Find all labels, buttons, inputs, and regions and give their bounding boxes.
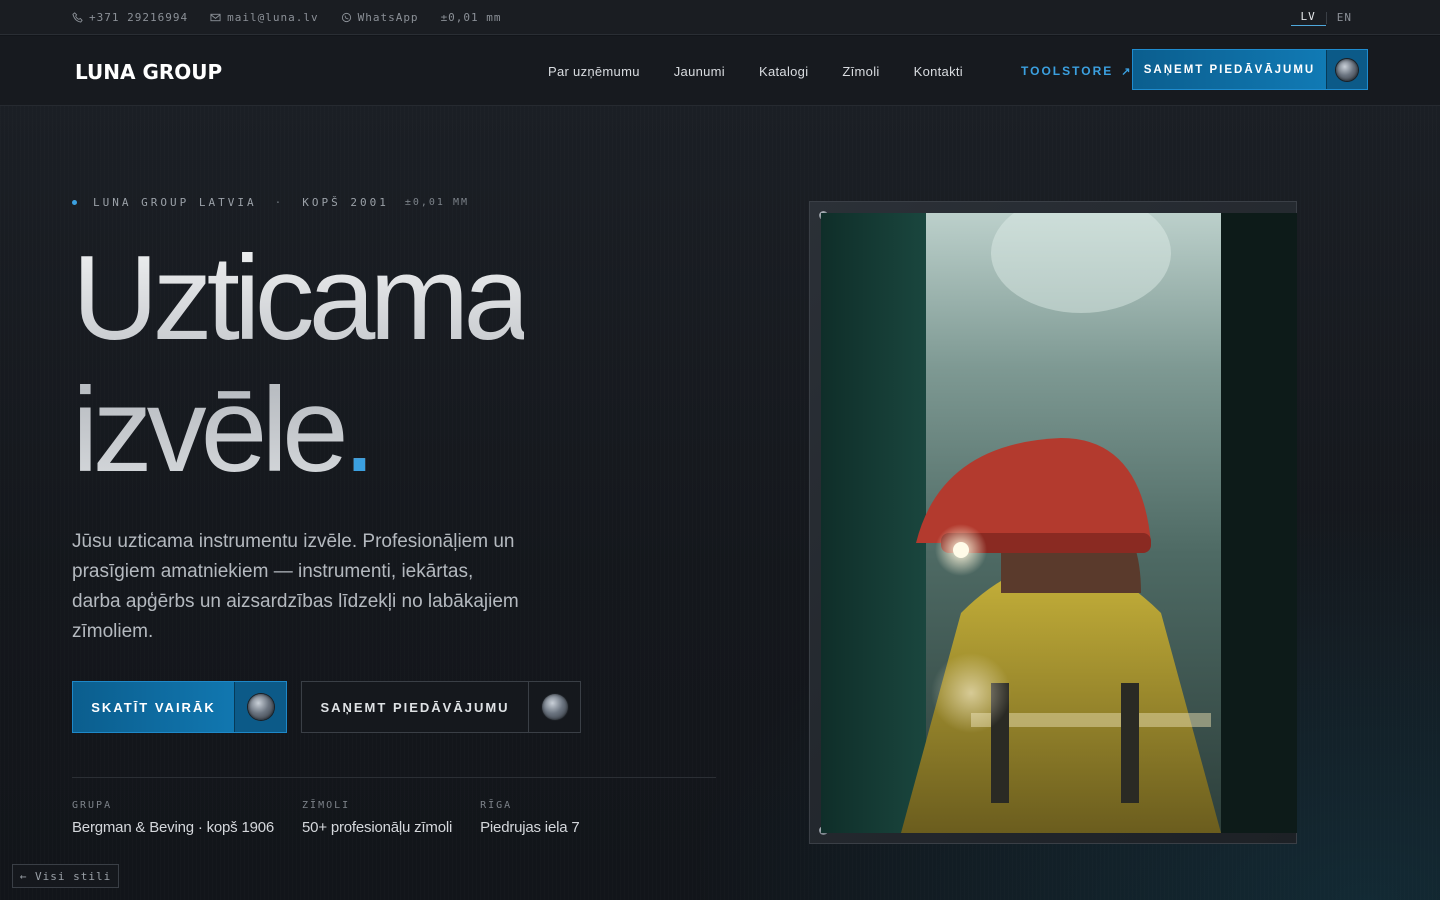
toolstore-label: TOOLSTORE [1021, 64, 1114, 78]
eyebrow-brand: LUNA GROUP LATVIA [93, 196, 257, 209]
view-more-button[interactable]: SKATĪT VAIRĀK [72, 681, 287, 733]
nav-link-zimoli[interactable]: Zīmoli [842, 64, 879, 79]
language-switcher: LV EN [1290, 0, 1363, 35]
stat-value: Bergman & Beving · kopš 1906 [72, 819, 275, 836]
headline-word-2: izvēle [72, 363, 343, 497]
toolstore-link[interactable]: TOOLSTORE ↗ [1021, 36, 1132, 106]
hero-description: Jūsu uzticama instrumentu izvēle. Profes… [72, 531, 519, 642]
phone-link[interactable]: +371 29216994 [72, 11, 188, 24]
tolerance-text: ±0,01 mm [440, 10, 502, 24]
lang-en[interactable]: EN [1327, 11, 1362, 24]
whatsapp-label: WhatsApp [357, 10, 419, 24]
stat-key: GRUPA [72, 800, 113, 811]
eyebrow-tolerance: ±0,01 MM [404, 197, 469, 208]
email-link[interactable]: mail@luna.lv [210, 11, 318, 24]
worker-illustration [821, 213, 1297, 833]
phone-number: +371 29216994 [89, 10, 189, 24]
get-offer-button[interactable]: SAŅEMT PIEDĀVĀJUMU [301, 681, 581, 733]
eyebrow-separator: · [274, 196, 285, 209]
tolerance-label: ±0,01 mm [441, 11, 502, 24]
lang-lv[interactable]: LV [1290, 10, 1326, 26]
stat-brands: ZĪMOLI 50+ profesionāļu zīmoli [302, 800, 452, 836]
main-nav: LUNA GROUP Par uzņēmumu Jaunumi Katalogi… [0, 36, 1440, 106]
back-to-styles-button[interactable]: ← Visi stili [12, 864, 119, 888]
knob-icon [247, 694, 274, 720]
get-offer-knob-cell [528, 682, 580, 732]
mail-icon [210, 13, 221, 21]
utility-bar: +371 29216994 mail@luna.lv WhatsApp ±0,0… [0, 0, 1440, 35]
email-address: mail@luna.lv [227, 10, 319, 24]
stat-address: RĪGA Piedrujas iela 7 [480, 800, 580, 836]
stat-group: GRUPA Bergman & Beving · kopš 1906 [72, 800, 274, 836]
nav-cta-knob-cell [1326, 50, 1367, 89]
stats-divider [72, 777, 716, 778]
nav-links: Par uzņēmumu Jaunumi Katalogi Zīmoli Kon… [548, 36, 997, 106]
whatsapp-icon [341, 12, 351, 22]
eyebrow-since: KOPŠ 2001 [302, 196, 389, 209]
headline-line-2: izvēle. [72, 364, 524, 496]
stat-value: Piedrujas iela 7 [480, 819, 580, 836]
knob-icon [1336, 58, 1358, 81]
stat-value: 50+ profesionāļu zīmoli [302, 819, 453, 836]
stats-row: GRUPA Bergman & Beving · kopš 1906 ZĪMOL… [72, 800, 607, 836]
get-offer-label: SAŅEMT PIEDĀVĀJUMU [320, 699, 510, 715]
headline-period: . [342, 363, 376, 497]
headline-line-1: Uzticama [72, 231, 525, 365]
phone-icon [72, 11, 83, 23]
hero-image-frame [809, 201, 1297, 844]
stat-key: RĪGA [480, 800, 513, 811]
nav-cta-button[interactable]: SAŅEMT PIEDĀVĀJUMU [1132, 49, 1368, 90]
nav-link-kontakti[interactable]: Kontakti [914, 64, 963, 79]
knob-icon [541, 694, 568, 720]
view-more-knob-cell [234, 682, 286, 732]
nav-link-jaunumi[interactable]: Jaunumi [674, 64, 725, 79]
hero-photo-worker-with-headlamp [821, 213, 1297, 833]
whatsapp-link[interactable]: WhatsApp [341, 11, 419, 24]
logo[interactable]: LUNA GROUP [75, 60, 222, 84]
nav-link-katalogi[interactable]: Katalogi [759, 64, 808, 79]
stat-key: ZĪMOLI [302, 800, 351, 811]
view-more-label: SKATĪT VAIRĀK [91, 699, 216, 715]
hero-headline: Uzticama izvēle. [72, 232, 524, 496]
external-arrow-icon: ↗ [1121, 65, 1133, 78]
hero-eyebrow: LUNA GROUP LATVIA · KOPŠ 2001 ±0,01 MM [72, 196, 469, 209]
accent-dot-icon [72, 200, 77, 205]
nav-link-par-uznemumu[interactable]: Par uzņēmumu [548, 64, 640, 79]
nav-cta-label: SAŅEMT PIEDĀVĀJUMU [1143, 63, 1316, 76]
